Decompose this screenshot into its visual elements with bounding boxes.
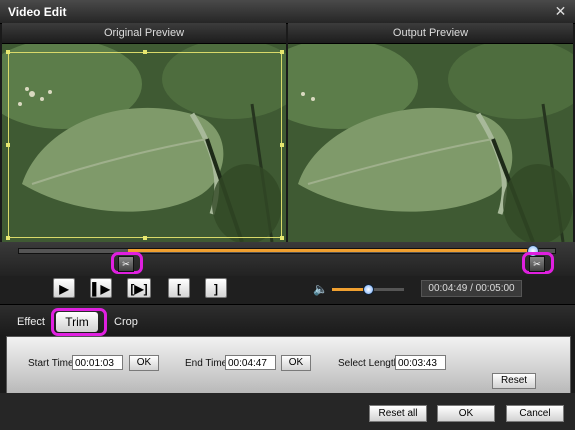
- play-button[interactable]: ▶: [53, 278, 75, 298]
- tab-effect[interactable]: Effect: [17, 314, 45, 330]
- window-title: Video Edit: [8, 5, 67, 19]
- play-icon: ▶: [59, 282, 69, 296]
- close-icon[interactable]: ✕: [553, 4, 568, 19]
- tab-crop[interactable]: Crop: [114, 314, 138, 330]
- original-preview-header: Original Preview: [2, 23, 286, 44]
- title-bar: [0, 0, 575, 24]
- crop-handle[interactable]: [6, 50, 10, 54]
- crop-handle[interactable]: [280, 236, 284, 240]
- start-time-label: Start Time: [28, 358, 74, 369]
- next-frame-icon: [▶]: [130, 282, 148, 296]
- next-frame-button[interactable]: [▶]: [127, 278, 151, 298]
- bracket-open-icon: [: [177, 282, 181, 296]
- start-time-field[interactable]: 00:01:03: [72, 355, 123, 370]
- cancel-button[interactable]: Cancel: [506, 405, 564, 422]
- end-ok-button[interactable]: OK: [281, 355, 311, 371]
- end-time-field[interactable]: 00:04:47: [225, 355, 276, 370]
- reset-all-button[interactable]: Reset all: [369, 405, 427, 422]
- volume-knob[interactable]: [363, 284, 374, 295]
- speaker-icon[interactable]: 🔈: [313, 282, 328, 296]
- trim-tab-highlight: [51, 308, 107, 336]
- crop-handle[interactable]: [6, 236, 10, 240]
- end-time-label: End Time: [185, 358, 228, 369]
- crop-handle[interactable]: [6, 143, 10, 147]
- crop-handle[interactable]: [280, 50, 284, 54]
- select-length-field[interactable]: 00:03:43: [395, 355, 446, 370]
- select-length-label: Select Length: [338, 358, 400, 369]
- crop-handle[interactable]: [143, 50, 147, 54]
- set-start-button[interactable]: [: [168, 278, 190, 298]
- set-end-button[interactable]: ]: [205, 278, 227, 298]
- step-forward-icon: ▌▶: [92, 282, 110, 296]
- trim-end-marker-icon[interactable]: ✂: [529, 256, 545, 272]
- time-display: 00:04:49 / 00:05:00: [421, 280, 522, 297]
- crop-frame[interactable]: [8, 52, 282, 238]
- ok-button[interactable]: OK: [437, 405, 495, 422]
- output-preview-image: [288, 44, 573, 242]
- crop-handle[interactable]: [280, 143, 284, 147]
- start-ok-button[interactable]: OK: [129, 355, 159, 371]
- reset-button[interactable]: Reset: [492, 373, 536, 389]
- volume-fill: [332, 288, 367, 291]
- crop-handle[interactable]: [143, 236, 147, 240]
- trim-start-marker-icon[interactable]: ✂: [118, 256, 134, 272]
- bracket-close-icon: ]: [214, 282, 218, 296]
- output-preview-header: Output Preview: [288, 23, 573, 44]
- timeline-selection: [128, 249, 536, 252]
- step-forward-button[interactable]: ▌▶: [90, 278, 112, 298]
